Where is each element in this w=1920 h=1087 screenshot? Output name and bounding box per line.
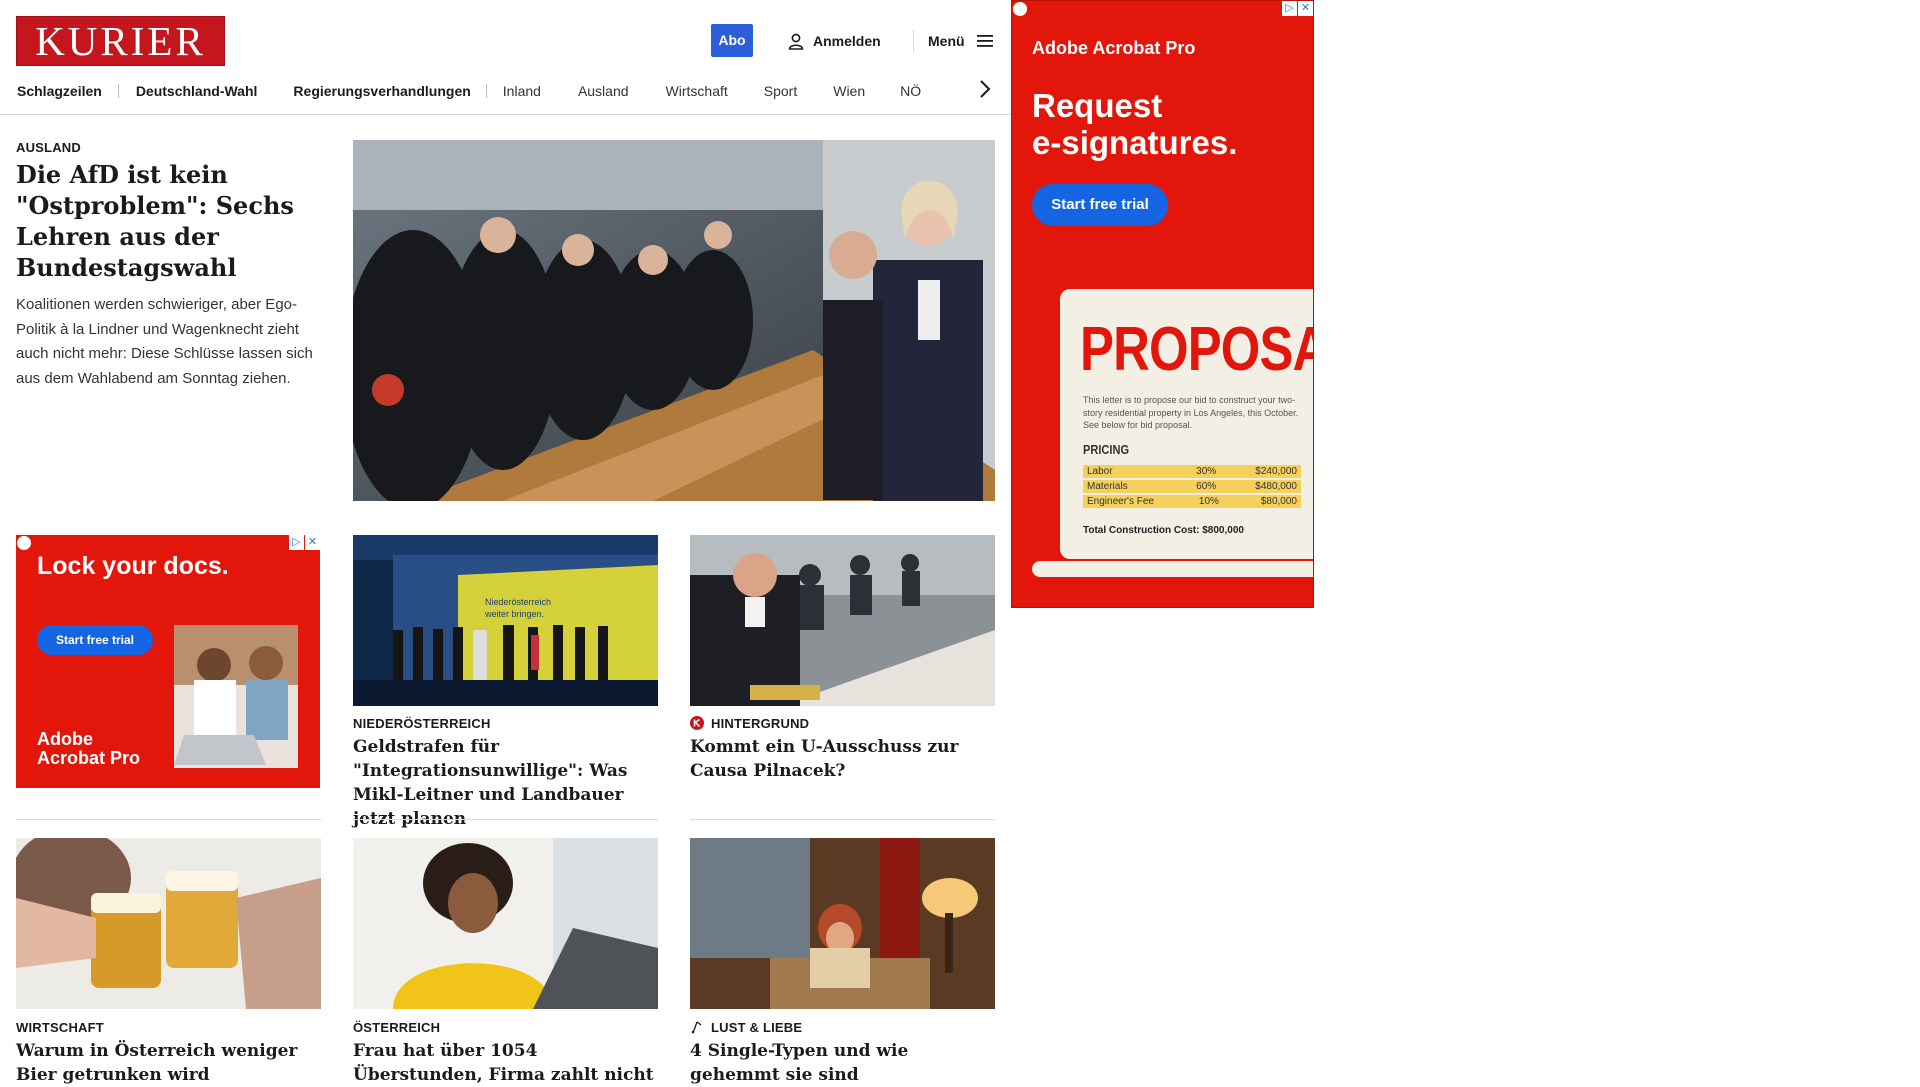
pricing-amount: $240,000: [1255, 466, 1297, 477]
ad-side-brand: Adobe Acrobat Pro: [1032, 38, 1196, 58]
kurier-logo[interactable]: KURIER: [16, 16, 225, 66]
banner-text-line1: Niederösterreich: [485, 597, 551, 607]
article-image-pilnacek[interactable]: [690, 535, 995, 706]
ad-info-icon[interactable]: [1013, 2, 1027, 16]
nav-separator: [485, 84, 487, 98]
nav-item-sport[interactable]: Sport: [764, 83, 797, 99]
article-image-overtime[interactable]: [353, 838, 658, 1009]
ad-small-brand: Adobe Acrobat Pro: [37, 730, 140, 768]
pricing-pct: 60%: [1196, 481, 1217, 492]
nav-item-noe[interactable]: NÖ: [900, 83, 921, 99]
nav-item-inland[interactable]: Inland: [503, 83, 541, 99]
ad-side-headline-line2: e-signatures.: [1032, 124, 1238, 161]
banner-text-line2: weiter bringen.: [484, 609, 544, 619]
ad-choices-icon[interactable]: ▷: [1282, 1, 1297, 16]
woman-reading-photo: [690, 838, 995, 1009]
nav-item-ausland[interactable]: Ausland: [578, 83, 629, 99]
article-image-niederoesterreich[interactable]: Niederösterreich weiter bringen.: [353, 535, 658, 706]
beer-toast-photo: [16, 838, 321, 1009]
grid-divider: [353, 819, 658, 820]
stressed-woman-photo: [353, 838, 658, 1009]
ad-small-brand-line2: Acrobat Pro: [37, 748, 141, 768]
pricing-item: Engineer's Fee: [1087, 496, 1154, 507]
ad-info-icon[interactable]: [17, 536, 31, 550]
pricing-pct: 30%: [1196, 466, 1217, 477]
lead-kicker: AUSLAND: [16, 140, 81, 155]
pricing-amount: $480,000: [1255, 481, 1297, 492]
hintergrund-badge-icon: [690, 716, 704, 730]
nav-item-wirtschaft[interactable]: Wirtschaft: [666, 83, 728, 99]
nav-scroll-right-icon[interactable]: [976, 78, 994, 100]
lead-teaser[interactable]: Koalitionen werden schwieriger, aber Ego…: [16, 293, 326, 391]
lead-headline[interactable]: Die AfD ist kein "Ostproblem": Sechs Leh…: [16, 159, 316, 283]
pricing-row: Labor 30% $240,000: [1083, 465, 1301, 478]
ad-proposal-document: PROPOSAL This letter is to propose our b…: [1060, 289, 1313, 559]
ad-lock-your-docs[interactable]: ▷ ✕ Lock your docs. Start free trial Ado…: [16, 535, 320, 788]
ad-women-laptop-image: [174, 625, 298, 768]
pricing-amount: $80,000: [1260, 496, 1297, 507]
article-image-single-types[interactable]: [690, 838, 995, 1009]
login-label: Anmelden: [813, 33, 881, 49]
menu-button[interactable]: Menü: [928, 30, 993, 52]
ad-choices[interactable]: ▷ ✕: [1282, 1, 1313, 16]
nav-item-wien[interactable]: Wien: [833, 83, 865, 99]
login-button[interactable]: Anmelden: [788, 30, 881, 52]
article-kicker-5: LUST & LIEBE: [711, 1020, 803, 1035]
lust-liebe-badge-icon: [691, 1021, 702, 1034]
press-stage-photo: Niederösterreich weiter bringen.: [353, 535, 658, 706]
article-headline-1[interactable]: Geldstrafen für "Integrationsunwillige":…: [353, 735, 663, 831]
ad-doc-base: [1032, 561, 1313, 577]
ad-side-cta-button[interactable]: Start free trial: [1032, 184, 1168, 226]
ad-close-icon[interactable]: ✕: [1298, 1, 1313, 16]
section-nav: Schlagzeilen Deutschland-Wahl Regierungs…: [17, 80, 921, 102]
ad-small-headline: Lock your docs.: [37, 552, 229, 580]
ad-side-headline-line1: Request: [1032, 87, 1163, 124]
nav-item-deutschland-wahl[interactable]: Deutschland-Wahl: [136, 83, 258, 99]
ad-doc-pricing-label: PRICING: [1083, 442, 1130, 457]
ad-request-esignatures[interactable]: ▷ ✕ Adobe Acrobat Pro Request e-signatur…: [1011, 0, 1314, 608]
pricing-row: Materials 60% $480,000: [1083, 480, 1301, 493]
nav-separator: [117, 84, 119, 98]
pricing-pct: 10%: [1198, 496, 1219, 507]
ad-close-icon[interactable]: ✕: [305, 535, 320, 550]
nav-item-regierungsverhandlungen[interactable]: Regierungsverhandlungen: [293, 83, 470, 99]
article-kicker-3: WIRTSCHAFT: [16, 1020, 104, 1035]
pricing-row: Engineer's Fee 10% $80,000: [1083, 495, 1301, 508]
pricing-item: Labor: [1087, 466, 1113, 477]
hamburger-icon: [976, 35, 993, 47]
ad-choices[interactable]: ▷ ✕: [289, 535, 320, 550]
ad-side-headline: Request e-signatures.: [1032, 87, 1237, 161]
menu-label: Menü: [928, 33, 965, 49]
nav-item-schlagzeilen[interactable]: Schlagzeilen: [17, 83, 102, 99]
user-icon: [788, 33, 804, 50]
article-headline-2[interactable]: Kommt ein U-Ausschuss zur Causa Pilnacek…: [690, 735, 990, 783]
article-kicker-2: HINTERGRUND: [711, 716, 810, 731]
article-image-beer[interactable]: [16, 838, 321, 1009]
article-kicker-4: ÖSTERREICH: [353, 1020, 441, 1035]
abo-button[interactable]: Abo: [711, 24, 753, 57]
pricing-item: Materials: [1087, 481, 1128, 492]
ad-small-cta-button[interactable]: Start free trial: [37, 625, 153, 655]
header-divider: [913, 30, 914, 52]
lead-image[interactable]: [353, 140, 995, 501]
ad-choices-icon[interactable]: ▷: [289, 535, 304, 550]
ad-doc-pricing-table: Labor 30% $240,000 Materials 60% $480,00…: [1083, 465, 1301, 510]
grid-divider: [690, 819, 995, 820]
header-border: [0, 114, 1012, 115]
ad-doc-total: Total Construction Cost: $800,000: [1083, 525, 1244, 536]
press-conference-photo: [353, 140, 995, 501]
article-kicker-1: NIEDERÖSTERREICH: [353, 716, 491, 731]
ad-doc-text: This letter is to propose our bid to con…: [1083, 395, 1299, 430]
grid-divider: [16, 819, 321, 820]
committee-meeting-photo: [690, 535, 995, 706]
ad-doc-title: PROPOSAL: [1080, 315, 1313, 384]
ad-small-brand-line1: Adobe: [37, 729, 93, 749]
